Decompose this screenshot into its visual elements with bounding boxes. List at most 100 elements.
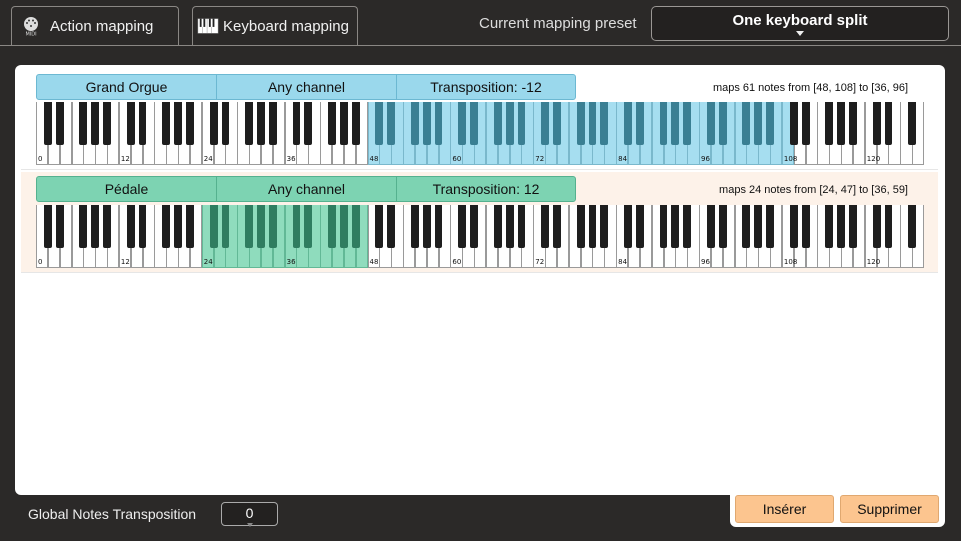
- black-key[interactable]: [304, 102, 313, 145]
- black-key[interactable]: [754, 102, 763, 145]
- black-key[interactable]: [624, 205, 632, 248]
- black-key[interactable]: [304, 205, 313, 248]
- black-key[interactable]: [292, 102, 301, 145]
- black-key[interactable]: [339, 102, 348, 145]
- mapping-transposition[interactable]: Transposition: 12: [396, 176, 576, 202]
- black-key[interactable]: [659, 102, 668, 145]
- black-key[interactable]: [339, 205, 348, 248]
- black-key[interactable]: [517, 205, 526, 248]
- black-key[interactable]: [221, 102, 230, 145]
- black-key[interactable]: [884, 205, 893, 248]
- black-key[interactable]: [789, 102, 798, 145]
- black-key[interactable]: [351, 205, 360, 248]
- black-key[interactable]: [742, 205, 751, 248]
- black-key[interactable]: [186, 205, 194, 248]
- black-key[interactable]: [470, 102, 478, 145]
- black-key[interactable]: [588, 102, 597, 145]
- black-key[interactable]: [872, 205, 881, 248]
- preset-dropdown[interactable]: One keyboard split: [651, 6, 949, 41]
- delete-button[interactable]: Supprimer: [840, 495, 939, 523]
- black-key[interactable]: [209, 102, 218, 145]
- black-key[interactable]: [872, 102, 881, 145]
- black-key[interactable]: [671, 102, 680, 145]
- black-key[interactable]: [659, 205, 668, 248]
- black-key[interactable]: [908, 102, 917, 145]
- black-key[interactable]: [884, 102, 893, 145]
- mapping-name[interactable]: Pédale: [36, 176, 217, 202]
- black-key[interactable]: [103, 102, 111, 145]
- black-key[interactable]: [209, 205, 218, 248]
- black-key[interactable]: [849, 102, 857, 145]
- insert-button[interactable]: Insérer: [735, 495, 834, 523]
- black-key[interactable]: [410, 102, 419, 145]
- black-key[interactable]: [493, 205, 502, 248]
- black-key[interactable]: [328, 205, 336, 248]
- black-key[interactable]: [683, 205, 692, 248]
- black-key[interactable]: [541, 205, 550, 248]
- black-key[interactable]: [126, 102, 135, 145]
- piano-keyboard[interactable]: 0 12 24 36 48 60 72 84 96 108 120: [36, 102, 925, 165]
- tab-keyboard-mapping[interactable]: Keyboard mapping: [192, 6, 358, 45]
- black-key[interactable]: [766, 102, 774, 145]
- black-key[interactable]: [257, 205, 265, 248]
- black-key[interactable]: [635, 205, 644, 248]
- black-key[interactable]: [138, 205, 147, 248]
- black-key[interactable]: [789, 205, 798, 248]
- black-key[interactable]: [706, 205, 715, 248]
- black-key[interactable]: [505, 205, 514, 248]
- black-key[interactable]: [387, 102, 396, 145]
- black-key[interactable]: [126, 205, 135, 248]
- black-key[interactable]: [174, 102, 182, 145]
- mapping-name[interactable]: Grand Orgue: [36, 74, 217, 100]
- black-key[interactable]: [671, 205, 680, 248]
- black-key[interactable]: [742, 102, 751, 145]
- black-key[interactable]: [410, 205, 419, 248]
- black-key[interactable]: [43, 102, 52, 145]
- black-key[interactable]: [553, 102, 561, 145]
- black-key[interactable]: [600, 102, 609, 145]
- black-key[interactable]: [470, 205, 478, 248]
- black-key[interactable]: [138, 102, 147, 145]
- black-key[interactable]: [434, 102, 443, 145]
- black-key[interactable]: [505, 102, 514, 145]
- global-transposition-stepper[interactable]: 0: [221, 502, 278, 527]
- black-key[interactable]: [79, 102, 88, 145]
- black-key[interactable]: [801, 102, 810, 145]
- black-key[interactable]: [541, 102, 550, 145]
- black-key[interactable]: [245, 102, 254, 145]
- black-key[interactable]: [268, 205, 277, 248]
- black-key[interactable]: [576, 102, 585, 145]
- black-key[interactable]: [257, 102, 265, 145]
- black-key[interactable]: [706, 102, 715, 145]
- black-key[interactable]: [387, 205, 396, 248]
- black-key[interactable]: [422, 102, 431, 145]
- black-key[interactable]: [600, 205, 609, 248]
- black-key[interactable]: [43, 205, 52, 248]
- black-key[interactable]: [718, 102, 727, 145]
- mapping-row[interactable]: Pédale Any channel Transposition: 12 map…: [21, 172, 938, 273]
- black-key[interactable]: [493, 102, 502, 145]
- black-key[interactable]: [458, 102, 467, 145]
- black-key[interactable]: [908, 205, 917, 248]
- black-key[interactable]: [766, 205, 774, 248]
- black-key[interactable]: [91, 205, 100, 248]
- black-key[interactable]: [576, 205, 585, 248]
- black-key[interactable]: [624, 102, 632, 145]
- black-key[interactable]: [553, 205, 561, 248]
- black-key[interactable]: [328, 102, 336, 145]
- black-key[interactable]: [55, 102, 64, 145]
- black-key[interactable]: [837, 102, 846, 145]
- black-key[interactable]: [55, 205, 64, 248]
- black-key[interactable]: [351, 102, 360, 145]
- black-key[interactable]: [79, 205, 88, 248]
- black-key[interactable]: [837, 205, 846, 248]
- black-key[interactable]: [221, 205, 230, 248]
- black-key[interactable]: [422, 205, 431, 248]
- black-key[interactable]: [825, 102, 834, 145]
- black-key[interactable]: [588, 205, 597, 248]
- black-key[interactable]: [683, 102, 692, 145]
- mapping-row[interactable]: Grand Orgue Any channel Transposition: -…: [21, 70, 938, 170]
- black-key[interactable]: [434, 205, 443, 248]
- black-key[interactable]: [245, 205, 254, 248]
- black-key[interactable]: [375, 205, 384, 248]
